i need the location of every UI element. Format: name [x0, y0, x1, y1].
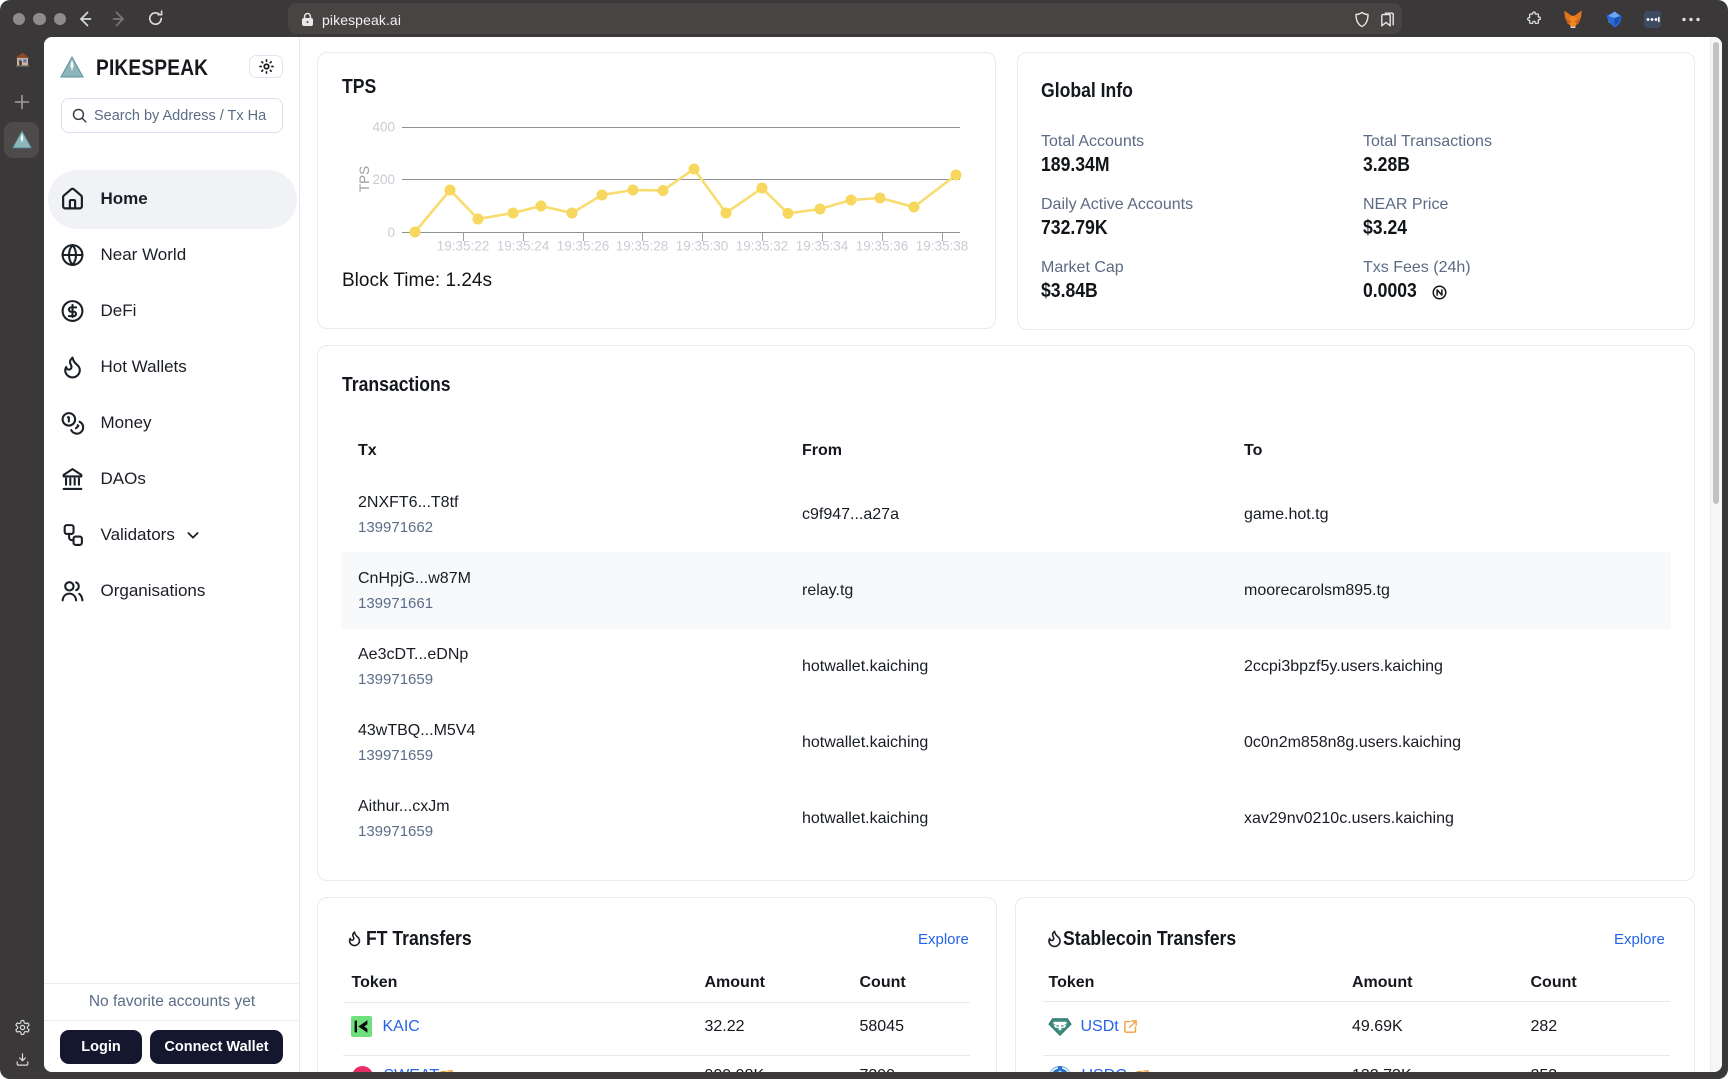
- svg-text:TPS: TPS: [357, 166, 372, 192]
- svg-text:200: 200: [372, 172, 395, 187]
- svg-text:19:35:28: 19:35:28: [616, 239, 669, 254]
- svg-text:19:35:26: 19:35:26: [557, 239, 610, 254]
- svg-text:0: 0: [387, 225, 395, 240]
- svg-text:19:35:22: 19:35:22: [437, 239, 490, 254]
- svg-text:19:35:38: 19:35:38: [916, 239, 969, 254]
- svg-text:400: 400: [372, 120, 395, 135]
- svg-text:19:35:24: 19:35:24: [497, 239, 550, 254]
- svg-text:19:35:36: 19:35:36: [856, 239, 909, 254]
- svg-text:19:35:32: 19:35:32: [736, 239, 789, 254]
- svg-text:19:35:30: 19:35:30: [676, 239, 729, 254]
- svg-text:19:35:34: 19:35:34: [796, 239, 849, 254]
